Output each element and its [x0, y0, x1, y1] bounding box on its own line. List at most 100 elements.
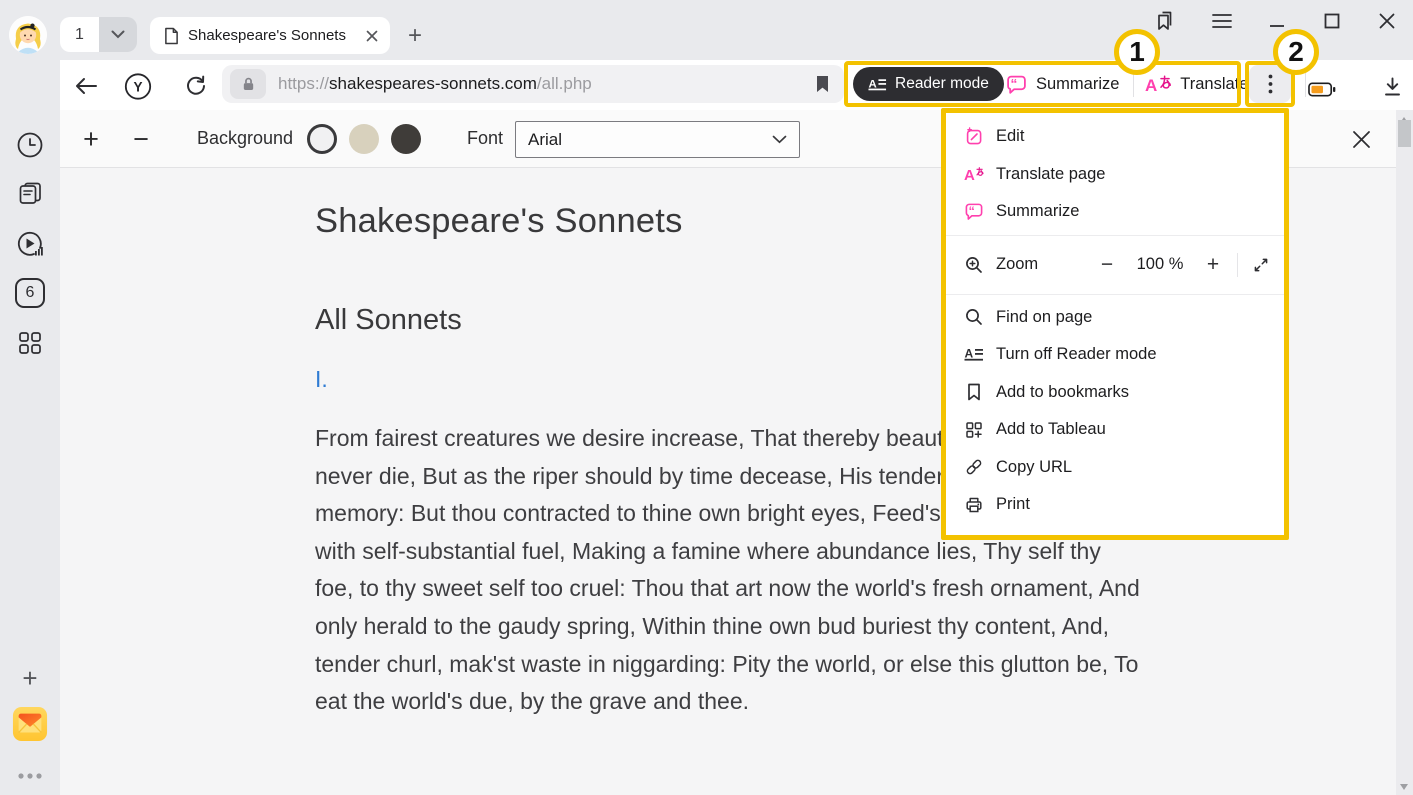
browser-tab[interactable]: Shakespeare's Sonnets — [150, 17, 390, 54]
profile-avatar[interactable] — [9, 16, 47, 54]
translate-button[interactable]: A Translate — [1145, 67, 1248, 101]
downloads-button[interactable] — [1378, 72, 1406, 100]
menu-item-label: Find on page — [996, 308, 1092, 327]
zoom-value: 100 % — [1126, 240, 1194, 290]
reader-mode-button[interactable]: A Reader mode — [853, 67, 1004, 101]
sidebar-media-button[interactable] — [12, 226, 48, 262]
download-icon — [1382, 76, 1403, 97]
sidebar-tabs-counter-button[interactable]: 6 — [12, 275, 48, 311]
scroll-down-arrow[interactable] — [1400, 784, 1408, 790]
close-tab-icon[interactable] — [366, 30, 378, 42]
reader-mode-label: Reader mode — [895, 75, 989, 93]
chevron-down-icon — [111, 30, 125, 39]
avatar-illustration — [9, 16, 47, 54]
menu-item-copy-url[interactable]: Copy URL — [946, 449, 1284, 487]
background-swatch-dark[interactable] — [391, 124, 421, 154]
sidebar-more-button[interactable] — [12, 758, 48, 794]
address-bar[interactable]: https://shakespeares-sonnets.com/all.php — [222, 65, 844, 103]
close-reader-toolbar-button[interactable] — [1348, 126, 1374, 152]
printer-icon — [964, 495, 984, 515]
fullscreen-button[interactable] — [1246, 240, 1276, 290]
expand-icon — [1252, 256, 1270, 274]
maximize-button[interactable] — [1319, 8, 1345, 34]
new-tab-button[interactable]: + — [400, 21, 430, 51]
url-path: /all.php — [537, 74, 592, 93]
zoom-increase-button[interactable]: + — [1200, 240, 1226, 290]
sidebar-add-button[interactable]: + — [12, 660, 48, 696]
battery-status[interactable] — [1308, 75, 1336, 103]
font-size-decrease-button[interactable]: − — [124, 122, 158, 156]
menu-item-add-to-bookmarks[interactable]: Add to bookmarks — [946, 374, 1284, 412]
menu-item-print[interactable]: Print — [946, 486, 1284, 524]
menu-item-find-on-page[interactable]: Find on page — [946, 299, 1284, 337]
collections-button[interactable] — [1152, 8, 1178, 34]
play-media-icon — [15, 229, 45, 259]
kebab-menu-icon — [1268, 74, 1273, 94]
svg-text:A: A — [965, 347, 974, 361]
sidebar-mail-app[interactable] — [12, 706, 48, 742]
back-button[interactable] — [72, 72, 100, 100]
hiragana-glyph — [1158, 75, 1172, 89]
svg-text:A: A — [868, 78, 876, 90]
menu-group-ai: Edit A Translate page “ Summ — [946, 118, 1284, 231]
sidebar-feed-button[interactable] — [12, 175, 48, 211]
background-swatch-sepia[interactable] — [349, 124, 379, 154]
font-size-increase-button[interactable]: + — [74, 122, 108, 156]
window-titlebar: 1 Shakespeare's Sonnets + — [0, 0, 1413, 60]
ellipsis-icon — [18, 773, 42, 779]
font-label: Font — [467, 128, 503, 149]
menu-item-translate-page[interactable]: A Translate page — [946, 156, 1284, 194]
menu-item-add-to-tableau[interactable]: Add to Tableau — [946, 411, 1284, 449]
hamburger-icon — [1211, 13, 1233, 29]
browser-window: 1 Shakespeare's Sonnets + — [0, 0, 1413, 795]
refresh-button[interactable] — [182, 72, 210, 100]
battery-icon — [1308, 80, 1336, 99]
menu-item-label: Edit — [996, 127, 1024, 146]
minimize-icon — [1269, 13, 1285, 29]
translate-label: Translate — [1180, 75, 1248, 94]
yandex-home-button[interactable]: Y — [124, 72, 152, 100]
sidebar-history-button[interactable] — [12, 127, 48, 163]
page-actions-menu: Edit A Translate page “ Summ — [941, 108, 1289, 540]
menu-item-label: Translate page — [996, 165, 1105, 184]
chevron-down-icon — [772, 135, 787, 144]
link-icon — [964, 457, 984, 477]
notes-icon — [16, 179, 44, 207]
translate-aa-icon: A — [1145, 75, 1172, 94]
page-actions-menu-button[interactable] — [1249, 65, 1291, 103]
grid-icon — [17, 330, 43, 356]
vertical-scrollbar[interactable] — [1396, 110, 1413, 795]
tab-count-badge: 6 — [15, 278, 45, 308]
url-text: https://shakespeares-sonnets.com/all.php — [278, 74, 815, 94]
summarize-button[interactable]: “ Summarize — [1005, 67, 1119, 101]
search-icon — [964, 307, 984, 327]
zoom-label-group: Zoom — [946, 240, 1038, 290]
font-select-value: Arial — [528, 130, 772, 150]
menu-item-turn-off-reader-mode[interactable]: A Turn off Reader mode — [946, 336, 1284, 374]
font-select[interactable]: Arial — [515, 121, 800, 158]
yandex-logo-icon: Y — [124, 71, 152, 102]
close-window-button[interactable] — [1374, 8, 1400, 34]
maximize-icon — [1324, 13, 1340, 29]
tab-list-dropdown[interactable] — [99, 17, 137, 52]
zoom-in-icon — [964, 255, 984, 275]
svg-text:Y: Y — [133, 79, 142, 94]
back-arrow-icon — [74, 76, 98, 96]
url-scheme: https:// — [278, 74, 329, 93]
sonnet-number-link[interactable]: I. — [315, 366, 328, 393]
sidebar-apps-button[interactable] — [12, 325, 48, 361]
menu-vertical-divider — [1237, 253, 1238, 277]
menu-item-edit[interactable]: Edit — [946, 118, 1284, 156]
bookmark-flag-icon[interactable] — [815, 75, 830, 93]
tab-counter[interactable]: 1 — [60, 17, 99, 52]
scrollbar-thumb[interactable] — [1398, 120, 1411, 147]
menu-item-summarize[interactable]: “ Summarize — [946, 193, 1284, 231]
site-security-chip[interactable] — [230, 69, 266, 99]
hiragana-glyph — [975, 166, 984, 177]
browser-menu-button[interactable] — [1209, 8, 1235, 34]
zoom-decrease-button[interactable]: − — [1094, 240, 1120, 290]
yandex-mail-icon — [12, 705, 48, 743]
background-swatch-light[interactable] — [307, 124, 337, 154]
minimize-button[interactable] — [1264, 8, 1290, 34]
close-icon — [1379, 13, 1395, 29]
